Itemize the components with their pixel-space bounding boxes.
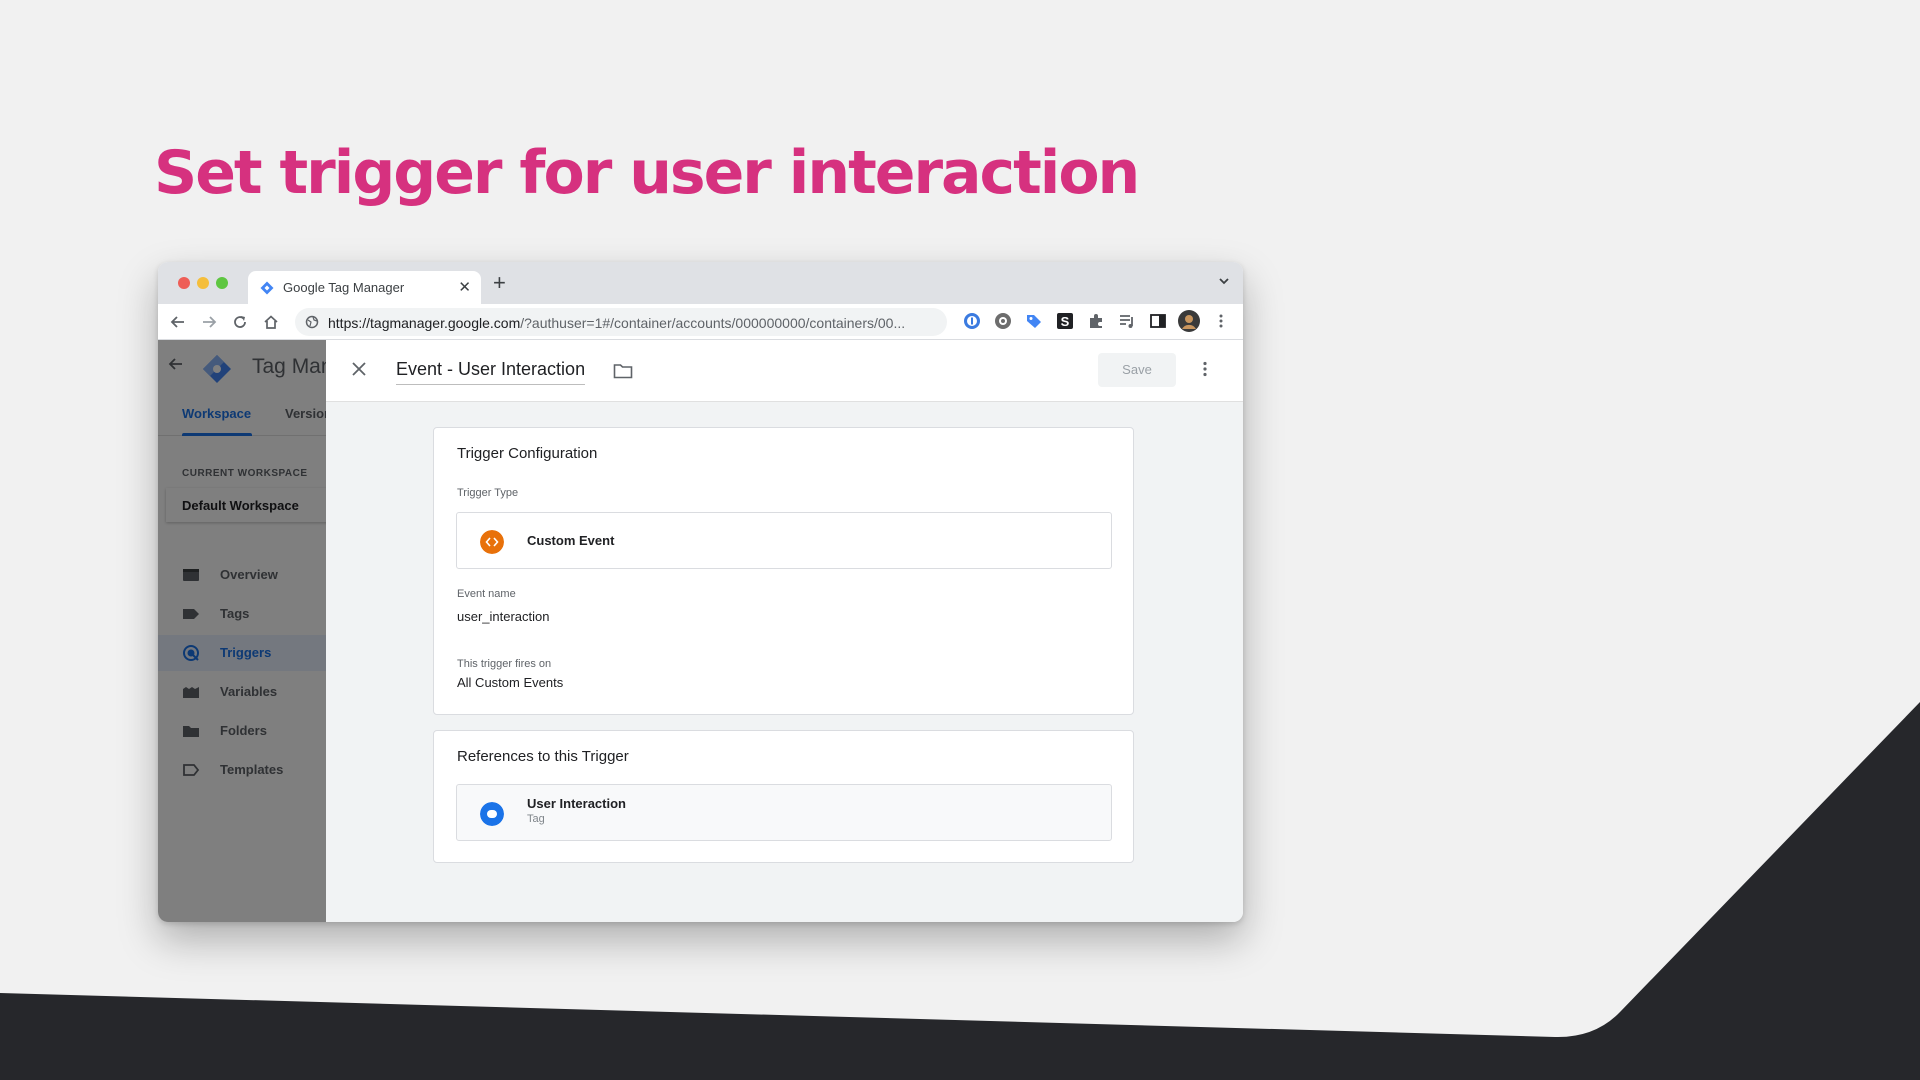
tag-assistant-extension-icon[interactable] (1025, 312, 1043, 330)
slide-title: Set trigger for user interaction (154, 138, 1140, 208)
event-name-label: Event name (457, 588, 516, 600)
trigger-configuration-card[interactable]: Trigger Configuration Trigger Type Custo… (433, 427, 1134, 715)
reference-name: User Interaction (527, 796, 626, 811)
card-title: References to this Trigger (457, 748, 629, 765)
browser-toolbar: https://tagmanager.google.com/?authuser=… (158, 304, 1243, 340)
left-sidebar: Tag Manager Workspace Versions CURRENT W… (158, 340, 326, 922)
event-name-value[interactable]: user_interaction (457, 609, 550, 624)
password-manager-extension-icon[interactable] (963, 312, 981, 330)
trigger-type-value: Custom Event (527, 533, 615, 548)
close-tab-icon[interactable]: ✕ (458, 278, 471, 296)
s-extension-icon[interactable]: S (1056, 312, 1074, 330)
tab-title: Google Tag Manager (283, 280, 405, 295)
svg-text:S: S (1061, 314, 1070, 329)
side-panel-icon[interactable] (1149, 312, 1167, 330)
new-tab-icon[interactable]: + (493, 270, 506, 296)
site-info-icon[interactable] (305, 315, 319, 329)
more-options-icon[interactable] (1196, 360, 1214, 378)
address-bar[interactable]: https://tagmanager.google.com/?authuser=… (295, 308, 947, 336)
tag-reference-icon (480, 802, 504, 826)
folder-icon[interactable] (613, 362, 633, 380)
modal-backdrop[interactable] (158, 340, 326, 922)
reference-item[interactable]: User Interaction Tag (456, 784, 1112, 841)
references-card: References to this Trigger User Interact… (433, 730, 1134, 863)
url-text: https://tagmanager.google.com/?authuser=… (328, 315, 906, 331)
back-icon[interactable] (168, 312, 188, 332)
trigger-type-selector[interactable]: Custom Event (456, 512, 1112, 569)
editor-header: Event - User Interaction Save (326, 340, 1243, 402)
fires-on-label: This trigger fires on (457, 658, 552, 670)
browser-tab[interactable]: Google Tag Manager ✕ (248, 271, 481, 304)
fires-on-value[interactable]: All Custom Events (457, 675, 563, 690)
browser-window: Google Tag Manager ✕ + https://tagmanage… (158, 262, 1243, 922)
minimize-window-button[interactable] (197, 277, 209, 289)
trigger-editor-panel: Event - User Interaction Save Trigger Co… (326, 340, 1243, 922)
forward-icon[interactable] (199, 312, 219, 332)
close-icon[interactable] (350, 360, 368, 378)
trigger-name-field[interactable]: Event - User Interaction (396, 359, 586, 385)
close-window-button[interactable] (178, 277, 190, 289)
extensions-puzzle-icon[interactable] (1087, 312, 1105, 330)
home-icon[interactable] (261, 312, 281, 332)
chevron-down-icon[interactable] (1217, 274, 1231, 288)
save-button[interactable]: Save (1098, 353, 1176, 387)
maximize-window-button[interactable] (216, 277, 228, 289)
gtm-favicon-icon (260, 281, 274, 295)
tab-bar: Google Tag Manager ✕ + (158, 262, 1243, 304)
reference-type: Tag (527, 813, 545, 825)
custom-event-icon (480, 530, 504, 554)
trigger-type-label: Trigger Type (457, 487, 519, 499)
profile-avatar[interactable] (1178, 310, 1200, 332)
gtm-app: Tag Manager Workspace Versions CURRENT W… (158, 340, 1243, 922)
browser-menu-icon[interactable] (1212, 312, 1230, 330)
media-queue-icon[interactable] (1118, 312, 1136, 330)
extension-icon[interactable] (994, 312, 1012, 330)
card-title: Trigger Configuration (457, 445, 598, 462)
reload-icon[interactable] (230, 312, 250, 332)
